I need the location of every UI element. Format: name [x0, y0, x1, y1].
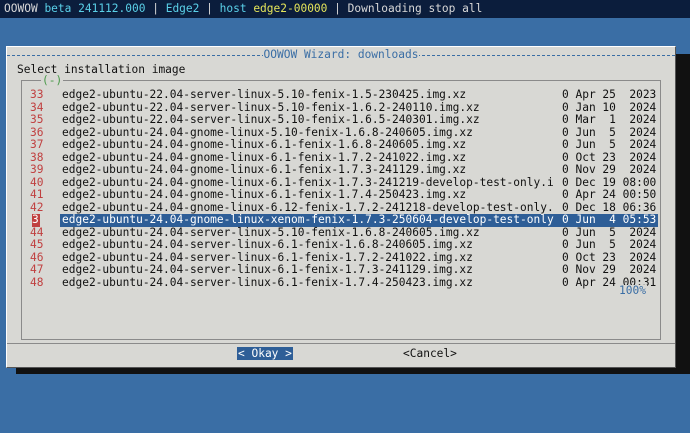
scroll-indicator-top: (-)	[41, 74, 64, 87]
item-meta: 0 Jun 4 05:53	[562, 213, 657, 226]
list-item[interactable]: 35 edge2-ubuntu-22.04-server-linux-5.10-f…	[22, 113, 660, 127]
item-meta: 0 Nov 29 2024	[562, 163, 657, 176]
item-meta: 0 Mar 1 2024	[562, 113, 657, 126]
item-filename: edge2-ubuntu-24.04-server-linux-6.1-feni…	[62, 263, 473, 276]
list-item[interactable]: 39 edge2-ubuntu-24.04-gnome-linux-6.1-fen…	[22, 163, 660, 177]
dialog-title: OOWOW Wizard: downloads	[262, 48, 420, 61]
item-number: 35	[30, 113, 44, 126]
wizard-dialog: OOWOW Wizard: downloads Select installat…	[6, 46, 676, 368]
list-item[interactable]: 33 edge2-ubuntu-22.04-server-linux-5.10-f…	[22, 88, 660, 102]
status-text: Downloading stop all	[347, 2, 483, 15]
separator: |	[145, 2, 166, 15]
list-item-selected[interactable]: 3 edge2-ubuntu-24.04-gnome-linux-xenom-fe…	[22, 213, 660, 227]
item-number: 45	[30, 238, 44, 251]
item-number: 3	[32, 213, 40, 227]
dialog-title-wrap: OOWOW Wizard: downloads	[7, 48, 675, 62]
okay-button[interactable]: < Okay >	[237, 347, 293, 360]
item-filename: edge2-ubuntu-24.04-gnome-linux-6.1-fenix…	[62, 163, 467, 176]
item-filename: edge2-ubuntu-22.04-server-linux-5.10-fen…	[62, 88, 467, 101]
item-meta: 0 Apr 24 00:50	[562, 188, 657, 201]
list-item[interactable]: 48 edge2-ubuntu-24.04-server-linux-6.1-fe…	[22, 275, 660, 290]
item-meta: 0 Nov 29 2024	[562, 263, 657, 276]
button-area: < Okay > <Cancel>	[7, 343, 675, 364]
item-filename: edge2-ubuntu-24.04-gnome-linux-6.1-fenix…	[62, 188, 467, 201]
item-filename: edge2-ubuntu-22.04-server-linux-5.10-fen…	[62, 113, 480, 126]
item-meta: 0 Apr 25 2023	[562, 88, 657, 101]
scroll-indicator-bottom: 100%	[618, 284, 647, 297]
item-number: 39	[30, 163, 44, 176]
app-name: OOWOW	[4, 2, 38, 15]
item-number: 33	[30, 88, 44, 101]
list-item[interactable]: 37 edge2-ubuntu-24.04-gnome-linux-6.1-fen…	[22, 138, 660, 152]
status-bar: OOWOW beta 241112.000 | Edge2 | host edg…	[0, 0, 690, 18]
item-number: 48	[30, 275, 44, 289]
item-filename: edge2-ubuntu-24.04-server-linux-6.1-feni…	[62, 238, 473, 251]
item-meta: 0 Jun 5 2024	[562, 138, 657, 151]
list-item[interactable]: 41 edge2-ubuntu-24.04-gnome-linux-6.1-fen…	[22, 188, 660, 202]
separator: |	[199, 2, 220, 15]
cancel-button[interactable]: <Cancel>	[403, 347, 457, 360]
image-list-rows: 33 edge2-ubuntu-22.04-server-linux-5.10-f…	[22, 88, 660, 290]
list-item[interactable]: 47 edge2-ubuntu-24.04-server-linux-6.1-fe…	[22, 263, 660, 277]
item-number: 41	[30, 188, 44, 201]
host-value: edge2-00000	[253, 2, 328, 15]
item-filename: edge2-ubuntu-24.04-gnome-linux-xenom-fen…	[62, 213, 554, 226]
item-filename: edge2-ubuntu-24.04-gnome-linux-6.1-fenix…	[62, 138, 467, 151]
item-number: 47	[30, 263, 44, 276]
device-name: Edge2	[165, 2, 200, 15]
list-item[interactable]: 45 edge2-ubuntu-24.04-server-linux-6.1-fe…	[22, 238, 660, 252]
host-label: host	[219, 2, 247, 15]
item-meta: 0 Jun 5 2024	[562, 238, 657, 251]
separator: |	[327, 2, 348, 15]
item-filename: edge2-ubuntu-24.04-server-linux-6.1-feni…	[62, 275, 473, 289]
app-version: beta 241112.000	[44, 2, 146, 15]
item-number: 37	[30, 138, 44, 151]
background-fill	[0, 374, 690, 433]
image-list[interactable]: 33 edge2-ubuntu-22.04-server-linux-5.10-f…	[21, 80, 661, 340]
